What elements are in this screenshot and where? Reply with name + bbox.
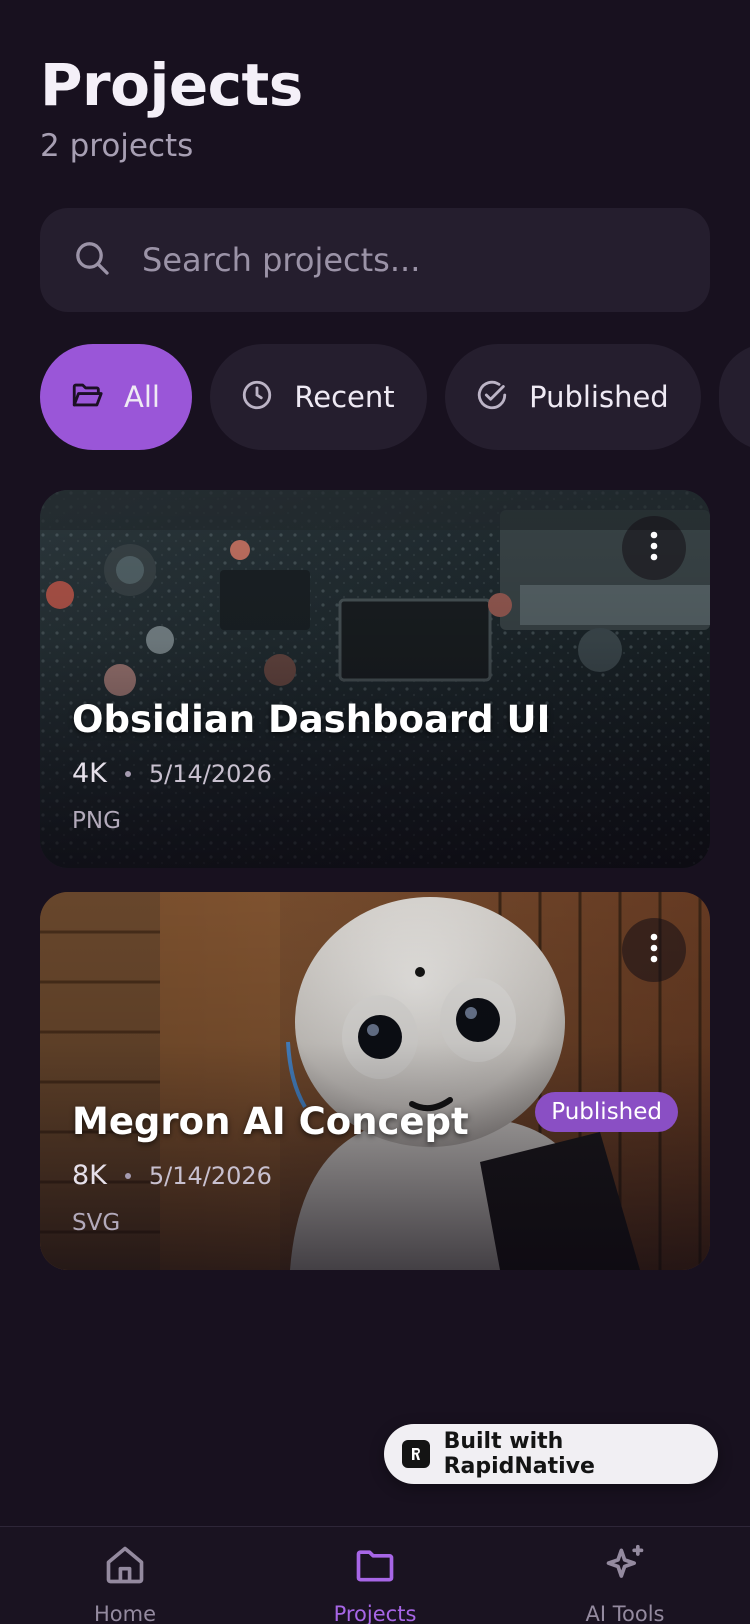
- tab-home[interactable]: Home: [0, 1527, 250, 1624]
- filter-chip-label: All: [124, 380, 160, 414]
- project-title: Megron AI Concept: [72, 1100, 469, 1143]
- clock-icon: [240, 378, 274, 417]
- rapidnative-logo-icon: [402, 1440, 430, 1468]
- card-menu-button[interactable]: [622, 918, 686, 982]
- project-meta: 8K 5/14/2026: [72, 1160, 272, 1191]
- project-type: SVG: [72, 1210, 121, 1236]
- project-title: Obsidian Dashboard UI: [72, 698, 551, 741]
- search-bar[interactable]: [40, 208, 710, 312]
- filter-chip-label: Recent: [294, 380, 395, 414]
- page-title: Projects: [40, 51, 303, 119]
- more-vertical-icon: [648, 932, 660, 969]
- tab-label: Home: [93, 1602, 156, 1624]
- tab-projects[interactable]: Projects: [250, 1527, 500, 1624]
- card-overlay: [40, 892, 710, 1270]
- meta-separator: [124, 770, 131, 777]
- project-date: 5/14/2026: [148, 1161, 272, 1190]
- project-card[interactable]: Published Megron AI Concept 8K 5/14/2026…: [40, 892, 710, 1270]
- project-type: PNG: [72, 808, 121, 834]
- home-icon: [103, 1543, 147, 1592]
- tab-label: Projects: [333, 1602, 417, 1624]
- meta-separator: [124, 1172, 131, 1179]
- tab-ai-tools[interactable]: AI Tools: [500, 1527, 750, 1624]
- card-overlay: [40, 490, 710, 868]
- bottom-tab-bar: Home Projects AI Tools: [0, 1526, 750, 1624]
- project-date: 5/14/2026: [148, 759, 272, 788]
- project-size: 8K: [72, 1160, 107, 1191]
- check-circle-icon: [475, 378, 509, 417]
- search-icon: [72, 238, 112, 283]
- project-size: 4K: [72, 758, 107, 789]
- tab-label: AI Tools: [585, 1602, 665, 1624]
- status-badge: Published: [535, 1092, 678, 1132]
- project-card[interactable]: Obsidian Dashboard UI 4K 5/14/2026 PNG: [40, 490, 710, 868]
- search-input[interactable]: [142, 241, 662, 279]
- project-count: 2 projects: [40, 128, 194, 164]
- folder-icon: [353, 1543, 397, 1592]
- filter-chip-published[interactable]: Published: [445, 344, 701, 450]
- card-menu-button[interactable]: [622, 516, 686, 580]
- sparkles-icon: [603, 1543, 647, 1592]
- folder-open-icon: [70, 378, 104, 417]
- filter-chip-drafts[interactable]: [719, 344, 750, 450]
- built-with-label: Built with RapidNative: [443, 1429, 595, 1479]
- built-with-rapidnative-badge[interactable]: Built with RapidNative: [384, 1424, 718, 1484]
- more-vertical-icon: [648, 530, 660, 567]
- filter-chip-all[interactable]: All: [40, 344, 192, 450]
- filter-chips: All Recent Published: [40, 344, 750, 450]
- header: Projects 2 projects: [40, 50, 303, 166]
- filter-chip-label: Published: [529, 380, 669, 414]
- filter-chip-recent[interactable]: Recent: [210, 344, 427, 450]
- project-meta: 4K 5/14/2026: [72, 758, 272, 789]
